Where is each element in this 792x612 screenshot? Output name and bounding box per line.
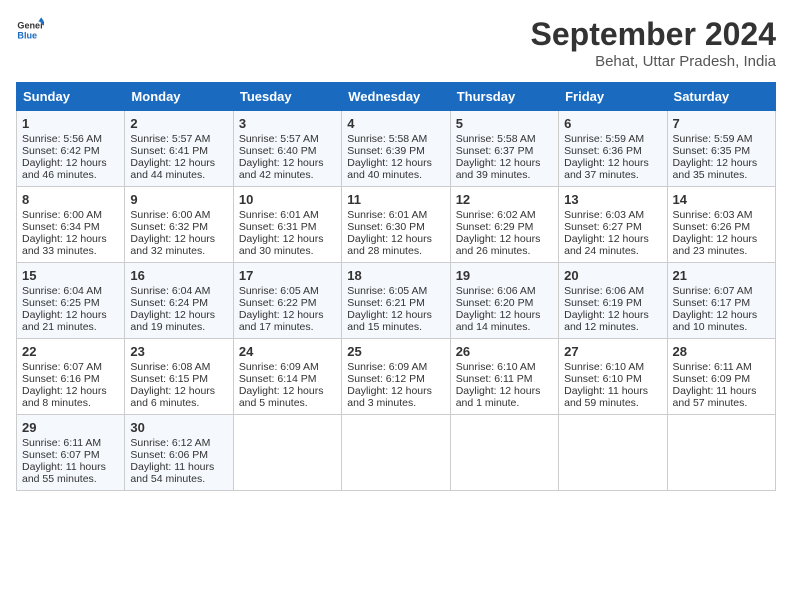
month-title: September 2024 [531,16,776,53]
calendar-cell [450,415,558,491]
page-header: General Blue September 2024 Behat, Uttar… [16,16,776,70]
calendar-cell [559,415,667,491]
header-monday: Monday [125,83,233,111]
calendar-cell: 17Sunrise: 6:05 AMSunset: 6:22 PMDayligh… [233,263,341,339]
calendar-cell: 25Sunrise: 6:09 AMSunset: 6:12 PMDayligh… [342,339,450,415]
day-number: 1 [22,116,119,131]
calendar-cell: 26Sunrise: 6:10 AMSunset: 6:11 PMDayligh… [450,339,558,415]
title-block: September 2024 Behat, Uttar Pradesh, Ind… [531,16,776,70]
calendar-cell [667,415,775,491]
calendar-cell: 7Sunrise: 5:59 AMSunset: 6:35 PMDaylight… [667,111,775,187]
day-number: 4 [347,116,444,131]
day-number: 6 [564,116,661,131]
day-number: 11 [347,192,444,207]
calendar-cell: 19Sunrise: 6:06 AMSunset: 6:20 PMDayligh… [450,263,558,339]
header-tuesday: Tuesday [233,83,341,111]
calendar-cell: 24Sunrise: 6:09 AMSunset: 6:14 PMDayligh… [233,339,341,415]
calendar-cell: 9Sunrise: 6:00 AMSunset: 6:32 PMDaylight… [125,187,233,263]
header-saturday: Saturday [667,83,775,111]
day-number: 7 [673,116,770,131]
day-number: 30 [130,420,227,435]
location-subtitle: Behat, Uttar Pradesh, India [531,53,776,70]
calendar-cell: 28Sunrise: 6:11 AMSunset: 6:09 PMDayligh… [667,339,775,415]
day-number: 9 [130,192,227,207]
day-number: 25 [347,344,444,359]
calendar-row: 29Sunrise: 6:11 AMSunset: 6:07 PMDayligh… [17,415,776,491]
svg-text:General: General [17,21,44,31]
calendar-cell: 11Sunrise: 6:01 AMSunset: 6:30 PMDayligh… [342,187,450,263]
calendar-cell: 12Sunrise: 6:02 AMSunset: 6:29 PMDayligh… [450,187,558,263]
logo-icon: General Blue [16,16,44,44]
day-number: 10 [239,192,336,207]
day-number: 13 [564,192,661,207]
day-number: 21 [673,268,770,283]
calendar-cell: 6Sunrise: 5:59 AMSunset: 6:36 PMDaylight… [559,111,667,187]
calendar-cell [233,415,341,491]
calendar-row: 1Sunrise: 5:56 AMSunset: 6:42 PMDaylight… [17,111,776,187]
day-number: 19 [456,268,553,283]
header-thursday: Thursday [450,83,558,111]
calendar-cell: 16Sunrise: 6:04 AMSunset: 6:24 PMDayligh… [125,263,233,339]
calendar-cell: 27Sunrise: 6:10 AMSunset: 6:10 PMDayligh… [559,339,667,415]
header-wednesday: Wednesday [342,83,450,111]
day-number: 29 [22,420,119,435]
day-number: 15 [22,268,119,283]
day-number: 5 [456,116,553,131]
day-number: 16 [130,268,227,283]
calendar-cell: 23Sunrise: 6:08 AMSunset: 6:15 PMDayligh… [125,339,233,415]
day-number: 23 [130,344,227,359]
calendar-cell: 4Sunrise: 5:58 AMSunset: 6:39 PMDaylight… [342,111,450,187]
day-number: 14 [673,192,770,207]
calendar-cell: 3Sunrise: 5:57 AMSunset: 6:40 PMDaylight… [233,111,341,187]
calendar-table: Sunday Monday Tuesday Wednesday Thursday… [16,82,776,491]
calendar-cell: 18Sunrise: 6:05 AMSunset: 6:21 PMDayligh… [342,263,450,339]
day-number: 26 [456,344,553,359]
calendar-cell: 2Sunrise: 5:57 AMSunset: 6:41 PMDaylight… [125,111,233,187]
header-friday: Friday [559,83,667,111]
calendar-cell: 15Sunrise: 6:04 AMSunset: 6:25 PMDayligh… [17,263,125,339]
calendar-row: 8Sunrise: 6:00 AMSunset: 6:34 PMDaylight… [17,187,776,263]
calendar-cell: 13Sunrise: 6:03 AMSunset: 6:27 PMDayligh… [559,187,667,263]
calendar-row: 22Sunrise: 6:07 AMSunset: 6:16 PMDayligh… [17,339,776,415]
calendar-cell: 8Sunrise: 6:00 AMSunset: 6:34 PMDaylight… [17,187,125,263]
calendar-cell [342,415,450,491]
calendar-cell: 5Sunrise: 5:58 AMSunset: 6:37 PMDaylight… [450,111,558,187]
day-number: 28 [673,344,770,359]
calendar-cell: 14Sunrise: 6:03 AMSunset: 6:26 PMDayligh… [667,187,775,263]
day-number: 20 [564,268,661,283]
header-sunday: Sunday [17,83,125,111]
calendar-cell: 1Sunrise: 5:56 AMSunset: 6:42 PMDaylight… [17,111,125,187]
day-number: 22 [22,344,119,359]
day-number: 8 [22,192,119,207]
calendar-cell: 20Sunrise: 6:06 AMSunset: 6:19 PMDayligh… [559,263,667,339]
svg-text:Blue: Blue [17,30,37,40]
day-number: 12 [456,192,553,207]
calendar-cell: 10Sunrise: 6:01 AMSunset: 6:31 PMDayligh… [233,187,341,263]
calendar-cell: 22Sunrise: 6:07 AMSunset: 6:16 PMDayligh… [17,339,125,415]
day-number: 17 [239,268,336,283]
calendar-row: 15Sunrise: 6:04 AMSunset: 6:25 PMDayligh… [17,263,776,339]
day-number: 24 [239,344,336,359]
header-row: Sunday Monday Tuesday Wednesday Thursday… [17,83,776,111]
calendar-cell: 21Sunrise: 6:07 AMSunset: 6:17 PMDayligh… [667,263,775,339]
calendar-cell: 30Sunrise: 6:12 AMSunset: 6:06 PMDayligh… [125,415,233,491]
day-number: 2 [130,116,227,131]
calendar-cell: 29Sunrise: 6:11 AMSunset: 6:07 PMDayligh… [17,415,125,491]
day-number: 27 [564,344,661,359]
logo: General Blue [16,16,44,44]
day-number: 3 [239,116,336,131]
day-number: 18 [347,268,444,283]
